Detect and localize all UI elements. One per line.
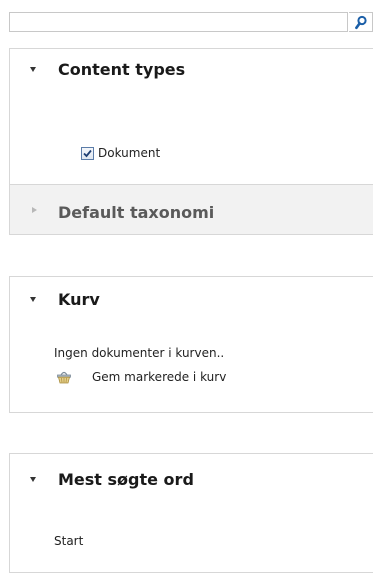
save-to-basket-label: Gem markerede i kurv: [92, 370, 227, 384]
search-button[interactable]: [349, 12, 373, 32]
kurv-title: Kurv: [58, 290, 100, 309]
content-types-title: Content types: [58, 60, 186, 79]
save-to-basket-link[interactable]: Gem markerede i kurv: [54, 369, 226, 385]
default-taxonomi-header[interactable]: Default taxonomi: [10, 185, 373, 234]
collapse-arrow-icon: [30, 297, 36, 302]
mest-sogte-ord-panel: Mest søgte ord Start: [9, 453, 373, 573]
content-types-header[interactable]: Content types: [10, 49, 373, 93]
default-taxonomi-title: Default taxonomi: [58, 203, 215, 222]
search-icon: [355, 15, 367, 29]
mest-sogte-ord-title: Mest søgte ord: [58, 470, 194, 489]
kurv-panel: Kurv Ingen dokumenter i kurven.. Gem mar…: [9, 276, 373, 413]
kurv-empty-message: Ingen dokumenter i kurven..: [54, 346, 225, 360]
collapse-arrow-icon: [30, 67, 36, 72]
expand-arrow-icon: [32, 207, 37, 213]
collapse-arrow-icon: [30, 477, 36, 482]
basket-icon: [57, 371, 71, 384]
dokument-label: Dokument: [98, 146, 161, 160]
dokument-checkbox[interactable]: [81, 146, 94, 160]
search-bar: [9, 12, 373, 34]
content-types-panel: Content types Dokument: [9, 48, 373, 185]
kurv-header[interactable]: Kurv: [10, 277, 373, 321]
content-type-option-dokument[interactable]: Dokument: [81, 145, 160, 161]
checkmark-icon: [83, 149, 92, 157]
default-taxonomi-panel: Default taxonomi: [9, 184, 373, 235]
mest-sogte-ord-header[interactable]: Mest søgte ord: [10, 454, 373, 498]
search-input[interactable]: [9, 12, 348, 32]
search-term-item[interactable]: Start: [54, 534, 83, 548]
